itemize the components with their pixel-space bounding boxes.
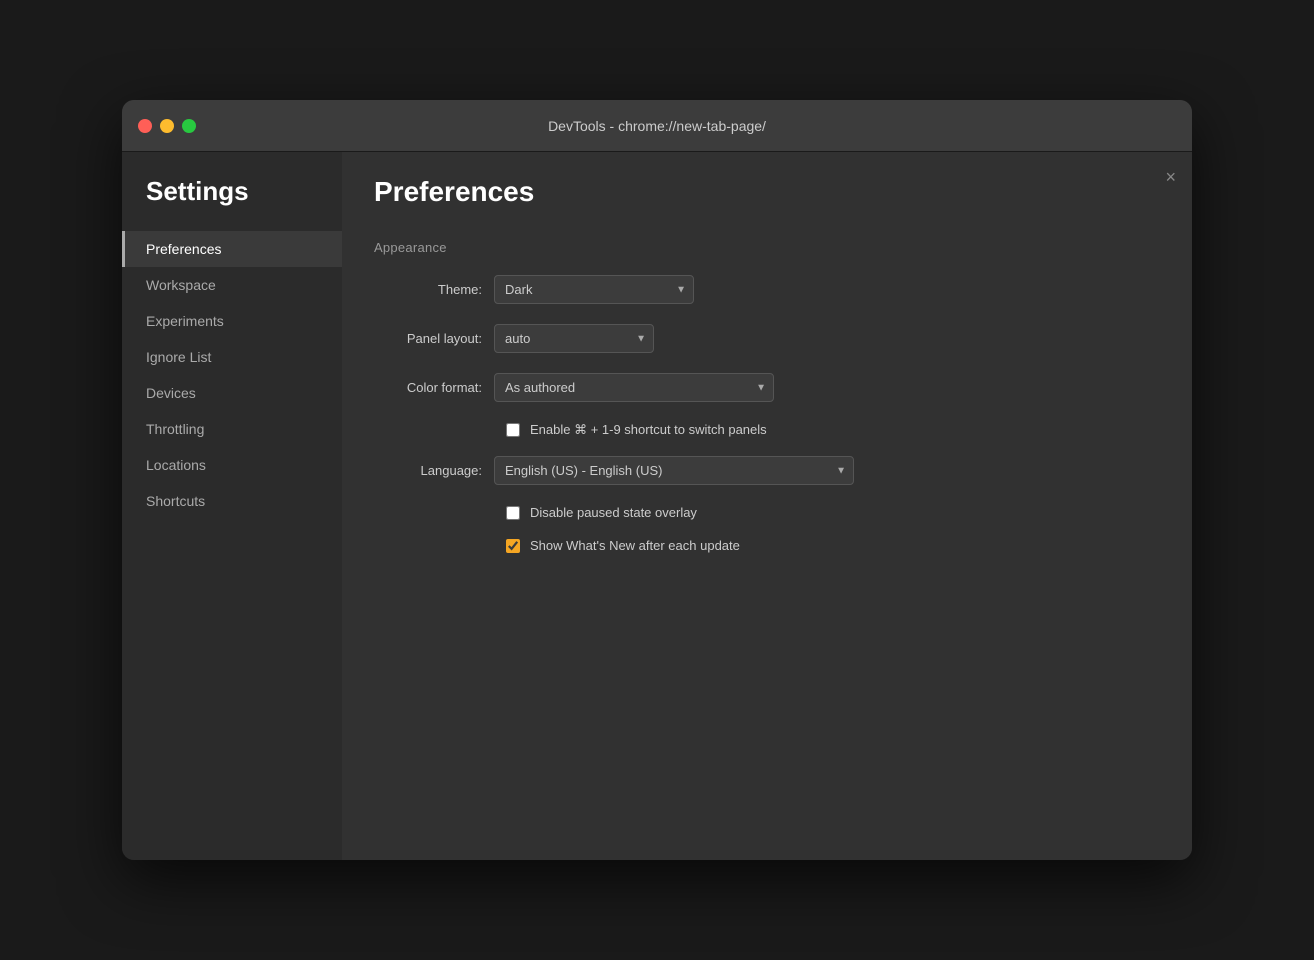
sidebar-item-locations[interactable]: Locations bbox=[122, 447, 342, 483]
maximize-button[interactable] bbox=[182, 119, 196, 133]
language-select[interactable]: English (US) - English (US) Deutsch Espa… bbox=[494, 456, 854, 485]
language-select-wrapper: English (US) - English (US) Deutsch Espa… bbox=[494, 456, 854, 485]
color-format-select[interactable]: As authored HEX RGB HSL bbox=[494, 373, 774, 402]
color-format-row: Color format: As authored HEX RGB HSL bbox=[374, 373, 1160, 402]
disable-paused-checkbox[interactable] bbox=[506, 506, 520, 520]
panel-layout-select[interactable]: auto horizontal vertical bbox=[494, 324, 654, 353]
sidebar-item-experiments[interactable]: Experiments bbox=[122, 303, 342, 339]
main-content: Appearance Theme: Default Dark Light Pan… bbox=[342, 224, 1192, 860]
sidebar-item-workspace[interactable]: Workspace bbox=[122, 267, 342, 303]
cmd-shortcut-label: Enable ⌘ + 1-9 shortcut to switch panels bbox=[530, 422, 767, 438]
minimize-button[interactable] bbox=[160, 119, 174, 133]
disable-paused-row: Disable paused state overlay bbox=[374, 505, 1160, 520]
show-whats-new-row: Show What's New after each update bbox=[374, 538, 1160, 553]
language-label: Language: bbox=[374, 463, 494, 478]
cmd-shortcut-checkbox[interactable] bbox=[506, 423, 520, 437]
sidebar-item-shortcuts[interactable]: Shortcuts bbox=[122, 483, 342, 519]
language-row: Language: English (US) - English (US) De… bbox=[374, 456, 1160, 485]
sidebar-item-preferences[interactable]: Preferences bbox=[122, 231, 342, 267]
cmd-shortcut-row: Enable ⌘ + 1-9 shortcut to switch panels bbox=[374, 422, 1160, 438]
content-area: Settings Preferences Workspace Experimen… bbox=[122, 152, 1192, 860]
sidebar-item-throttling[interactable]: Throttling bbox=[122, 411, 342, 447]
sidebar-heading: Settings bbox=[122, 176, 342, 231]
appearance-section-title: Appearance bbox=[374, 240, 1160, 255]
titlebar: DevTools - chrome://new-tab-page/ bbox=[122, 100, 1192, 152]
sidebar-item-devices[interactable]: Devices bbox=[122, 375, 342, 411]
panel-layout-select-wrapper: auto horizontal vertical bbox=[494, 324, 654, 353]
traffic-lights bbox=[138, 119, 196, 133]
main-header: Preferences × bbox=[342, 152, 1192, 224]
page-title: Preferences bbox=[374, 176, 1160, 208]
panel-layout-row: Panel layout: auto horizontal vertical bbox=[374, 324, 1160, 353]
close-button[interactable] bbox=[138, 119, 152, 133]
theme-select[interactable]: Default Dark Light bbox=[494, 275, 694, 304]
color-format-label: Color format: bbox=[374, 380, 494, 395]
sidebar-item-ignore-list[interactable]: Ignore List bbox=[122, 339, 342, 375]
show-whats-new-checkbox[interactable] bbox=[506, 539, 520, 553]
theme-row: Theme: Default Dark Light bbox=[374, 275, 1160, 304]
close-icon[interactable]: × bbox=[1165, 168, 1176, 186]
main-panel: Preferences × Appearance Theme: Default … bbox=[342, 152, 1192, 860]
window-title: DevTools - chrome://new-tab-page/ bbox=[548, 118, 766, 134]
theme-select-wrapper: Default Dark Light bbox=[494, 275, 694, 304]
disable-paused-label: Disable paused state overlay bbox=[530, 505, 697, 520]
show-whats-new-label: Show What's New after each update bbox=[530, 538, 740, 553]
color-format-select-wrapper: As authored HEX RGB HSL bbox=[494, 373, 774, 402]
theme-label: Theme: bbox=[374, 282, 494, 297]
devtools-window: DevTools - chrome://new-tab-page/ Settin… bbox=[122, 100, 1192, 860]
panel-layout-label: Panel layout: bbox=[374, 331, 494, 346]
sidebar: Settings Preferences Workspace Experimen… bbox=[122, 152, 342, 860]
